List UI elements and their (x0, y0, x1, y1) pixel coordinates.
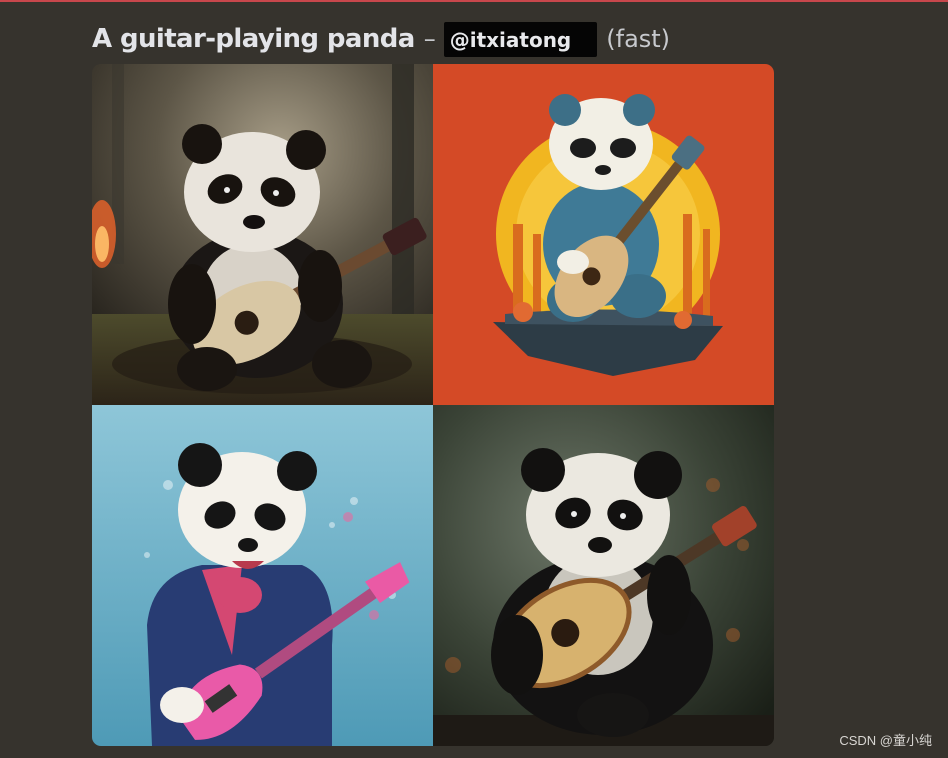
separator: – (423, 25, 436, 53)
panda-image-oil-painting (433, 405, 774, 746)
image-tile-2[interactable] (433, 64, 774, 405)
generation-mode: (fast) (606, 25, 671, 53)
top-accent-line (0, 0, 948, 2)
user-mention[interactable]: @itxiatong (443, 21, 598, 57)
watermark: CSDN @童小纯 (839, 733, 932, 748)
message-header: A guitar-playing panda – @itxiatong (fas… (92, 19, 670, 59)
panda-image-forest (92, 64, 433, 405)
prompt-text: A guitar-playing panda (92, 24, 415, 54)
panda-image-illustrated-orange (433, 64, 774, 405)
image-tile-3[interactable] (92, 405, 433, 746)
image-grid[interactable] (92, 64, 774, 746)
panda-image-illustrated-blue (92, 405, 433, 746)
image-tile-4[interactable] (433, 405, 774, 746)
image-tile-1[interactable] (92, 64, 433, 405)
